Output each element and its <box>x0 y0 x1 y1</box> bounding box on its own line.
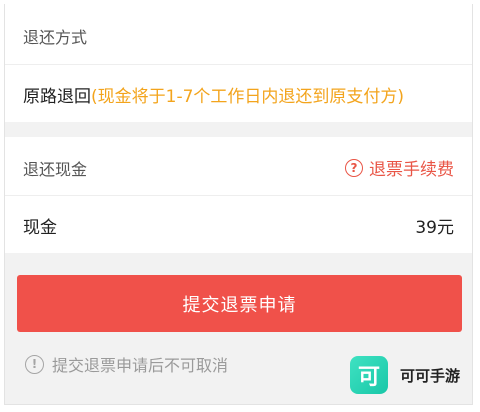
cancel-notice: ! 提交退票申请后不可取消 <box>25 352 228 376</box>
question-circle-icon: ? <box>345 158 363 177</box>
cancel-notice-text: 提交退票申请后不可取消 <box>52 356 229 375</box>
refund-fee-link[interactable]: ? 退票手续费 <box>345 155 454 180</box>
divider <box>5 195 472 196</box>
refund-fee-link-label: 退票手续费 <box>369 160 454 180</box>
refund-page: 退还方式 原路退回 (现金将于1-7个工作日内退还到原支付方) 退还现金 ? 退… <box>4 4 473 405</box>
refund-cash-card: 退还现金 ? 退票手续费 现金 39元 <box>5 137 472 253</box>
cash-amount-row: 现金 39元 <box>23 213 454 238</box>
exclamation-circle-icon: ! <box>25 354 44 374</box>
refund-method-note: (现金将于1-7个工作日内退还到原支付方) <box>91 87 405 107</box>
submit-refund-button[interactable]: 提交退票申请 <box>17 275 462 332</box>
refund-method-label: 退还方式 <box>23 28 88 47</box>
refund-cash-label: 退还现金 <box>23 159 88 179</box>
brand-name: 可可手游 <box>400 366 461 385</box>
refund-method-row: 原路退回 (现金将于1-7个工作日内退还到原支付方) <box>23 82 454 107</box>
watermark-brand: 可 可可手游 <box>350 356 460 394</box>
refund-method-value: 原路退回 <box>23 87 91 107</box>
cash-item-label: 现金 <box>23 218 57 238</box>
refund-cash-header: 退还现金 ? 退票手续费 <box>23 155 454 180</box>
divider <box>5 64 472 65</box>
cash-item-value: 39元 <box>415 218 454 238</box>
refund-method-header: 退还方式 <box>23 24 454 48</box>
brand-logo-icon: 可 <box>350 356 388 394</box>
refund-method-card: 退还方式 原路退回 (现金将于1-7个工作日内退还到原支付方) <box>5 4 472 122</box>
